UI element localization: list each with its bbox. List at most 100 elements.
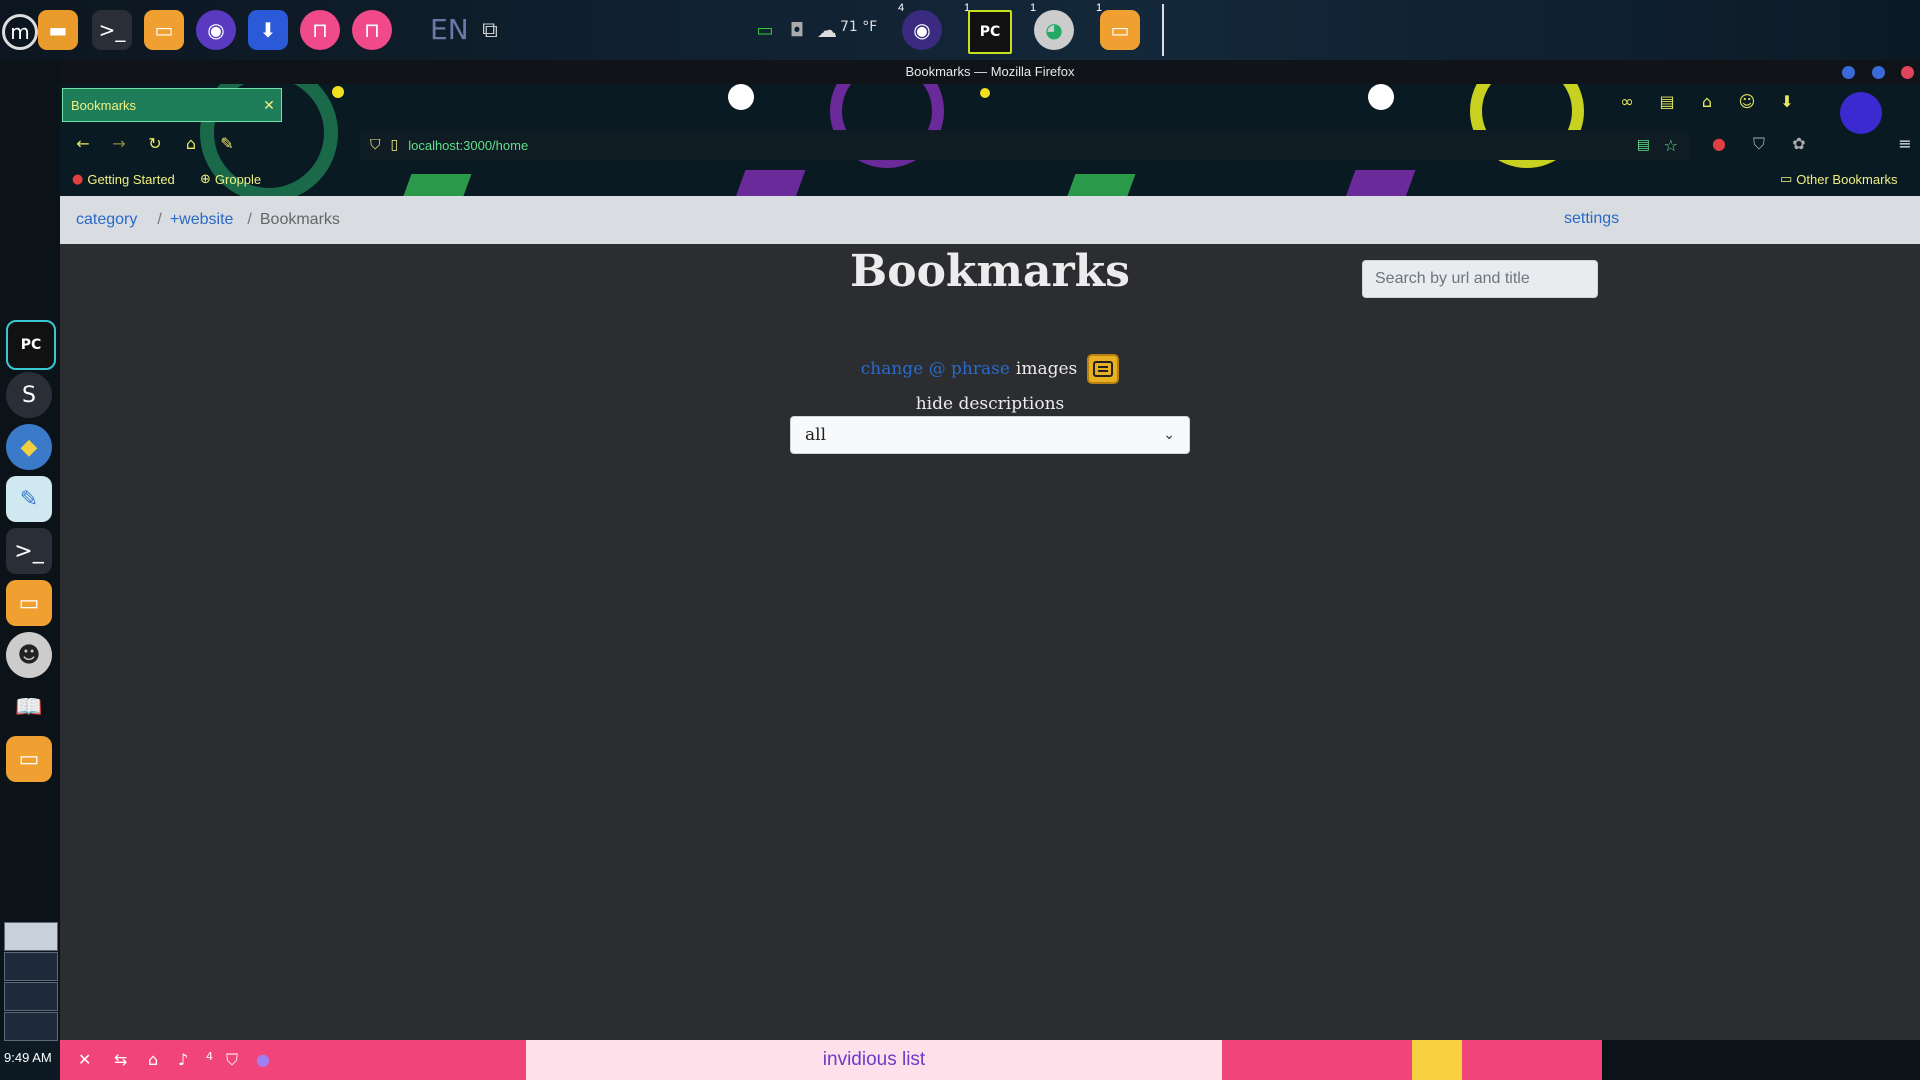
- theme-decoration: [1368, 84, 1394, 110]
- workspace-3[interactable]: [4, 982, 58, 1011]
- forward-icon[interactable]: →: [108, 134, 130, 156]
- mute-icon[interactable]: ✕: [78, 1050, 91, 1069]
- workspace-4[interactable]: [4, 1012, 58, 1041]
- discord-icon[interactable]: ●: [256, 1050, 270, 1069]
- bookmark-gropple[interactable]: ⊕ Gropple: [200, 172, 261, 187]
- maximize-button[interactable]: [1872, 66, 1885, 79]
- breadcrumb-website[interactable]: +website: [170, 211, 234, 229]
- theme-decoration: [980, 88, 990, 98]
- shield-icon[interactable]: ⛉: [226, 1050, 238, 1070]
- browser-toolbar: Bookmarks ✕ ∞ ▤ ⌂ ☺ ⬇ ← → ↻ ⌂ ✎ ⛉ ▯ loca…: [60, 84, 1920, 196]
- minimize-button[interactable]: [1842, 66, 1855, 79]
- settings-link[interactable]: settings: [1564, 210, 1619, 228]
- privacy-badger-icon[interactable]: ⛉: [1748, 134, 1770, 156]
- breadcrumb-separator: /: [157, 211, 162, 228]
- folder-task-icon[interactable]: ▭: [1100, 10, 1140, 50]
- pycharm-icon[interactable]: PC: [6, 320, 56, 370]
- breadcrumb-current: Bookmarks: [259, 211, 340, 228]
- shopping-bag-icon[interactable]: ⊓: [300, 10, 340, 50]
- tab-close-icon[interactable]: ✕: [257, 97, 281, 114]
- python-icon[interactable]: ◆: [6, 424, 52, 470]
- bookmark-label: Gropple: [214, 172, 262, 187]
- window-switcher-icon[interactable]: ⧉: [470, 10, 510, 50]
- bookmark-label: Getting Started: [87, 172, 175, 187]
- updates-icon[interactable]: ⌂: [148, 1050, 158, 1069]
- notifications-icon[interactable]: ♪: [178, 1050, 188, 1069]
- book-icon[interactable]: 📖: [6, 684, 52, 730]
- tracking-shield-icon[interactable]: ⛉: [370, 137, 381, 153]
- hide-descriptions-toggle[interactable]: hide descriptions: [60, 394, 1920, 414]
- files-dock-icon[interactable]: ▭: [6, 580, 52, 626]
- sidebar-note-icon[interactable]: ✎: [216, 134, 238, 156]
- mint-menu-icon[interactable]: m: [2, 14, 38, 50]
- globe-icon: ⊕: [200, 172, 211, 187]
- close-window-button[interactable]: [1901, 66, 1914, 79]
- files-icon[interactable]: ▬: [38, 10, 78, 50]
- extensions-icon[interactable]: ✿: [1788, 134, 1810, 156]
- folder-dock-icon[interactable]: ▭: [6, 736, 52, 782]
- camera-icon[interactable]: ◘: [784, 10, 810, 50]
- shopping-bag-icon-2[interactable]: ⊓: [352, 10, 392, 50]
- home-icon[interactable]: ⌂: [180, 134, 202, 156]
- cast-icon[interactable]: ⌂: [1696, 92, 1718, 114]
- filter-selected-value: all: [805, 425, 827, 445]
- image-toggle-button[interactable]: [1087, 354, 1120, 384]
- extension-icon-2[interactable]: ▤: [1656, 92, 1678, 114]
- keyboard-layout[interactable]: EN: [430, 13, 469, 46]
- card-icon: [1093, 361, 1114, 377]
- cool-face-icon[interactable]: ☻: [6, 632, 52, 678]
- ublock-icon[interactable]: ●: [1708, 134, 1730, 156]
- page-title: Bookmarks: [850, 246, 1130, 297]
- notification-count: 4: [206, 1050, 213, 1063]
- pycharm-task-icon[interactable]: PC: [968, 10, 1012, 54]
- extension-icon-1[interactable]: ∞: [1616, 92, 1638, 114]
- reader-view-icon[interactable]: ▤: [1637, 137, 1650, 153]
- workspace-badge: 1: [1030, 2, 1037, 14]
- workspace-2[interactable]: [4, 952, 58, 981]
- url-text[interactable]: localhost:3000/home: [408, 138, 528, 153]
- chevron-down-icon: ⌄: [1163, 427, 1175, 443]
- firefox-icon[interactable]: ◉: [196, 10, 236, 50]
- breadcrumb-separator: /: [247, 211, 252, 228]
- theme-decoration: [332, 86, 344, 98]
- firefox-window: Bookmarks — Mozilla Firefox Bookmarks ✕ …: [60, 60, 1920, 1040]
- folder-icon[interactable]: ▭: [144, 10, 184, 50]
- taskbar-window-title: invidious list: [822, 1049, 926, 1070]
- bookmark-getting-started[interactable]: ● Getting Started: [72, 172, 175, 187]
- terminal-icon[interactable]: >_: [92, 10, 132, 50]
- other-bookmarks-label: Other Bookmarks: [1796, 172, 1898, 187]
- back-icon[interactable]: ←: [72, 134, 94, 156]
- filter-select[interactable]: all ⌄: [790, 416, 1190, 454]
- account-icon[interactable]: ☺: [1736, 92, 1758, 114]
- taskbar-window-invidious[interactable]: invidious list: [526, 1040, 1222, 1080]
- download-manager-icon[interactable]: ⬇: [248, 10, 288, 50]
- weather-icon[interactable]: ☁: [814, 10, 840, 50]
- network-icon[interactable]: ⇆: [114, 1050, 127, 1069]
- downloads-icon[interactable]: ⬇: [1776, 92, 1798, 114]
- page-info-icon[interactable]: ▯: [391, 137, 399, 153]
- system-monitor-task-icon[interactable]: ◕: [1034, 10, 1074, 50]
- bookmark-star-icon[interactable]: ☆: [1664, 136, 1678, 155]
- left-dock: PC S ◆ ✎ >_ ▭ ☻ 📖 ▭: [0, 60, 60, 1041]
- images-label: images: [1015, 359, 1078, 379]
- s-app-icon[interactable]: S: [6, 372, 52, 418]
- weather-temperature[interactable]: 71 °F: [840, 19, 877, 35]
- change-phrase-link[interactable]: change @ phrase: [861, 359, 1010, 379]
- terminal-dock-icon[interactable]: >_: [6, 528, 52, 574]
- url-bar[interactable]: ⛉ ▯ localhost:3000/home ▤ ☆: [360, 130, 1690, 160]
- window-titlebar[interactable]: Bookmarks — Mozilla Firefox: [60, 60, 1920, 84]
- page-content: category / +website / Bookmarks settings…: [60, 196, 1920, 1040]
- tab-bookmarks[interactable]: Bookmarks ✕: [62, 88, 282, 122]
- workspace-1[interactable]: [4, 922, 58, 951]
- reload-icon[interactable]: ↻: [144, 134, 166, 156]
- feather-icon[interactable]: ✎: [6, 476, 52, 522]
- navigation-bar: ← → ↻ ⌂ ✎ ⛉ ▯ localhost:3000/home ▤ ☆ ● …: [60, 126, 1920, 164]
- bookmarks-toolbar: ● Getting Started ⊕ Gropple ▭ Other Book…: [60, 166, 1920, 194]
- other-bookmarks[interactable]: ▭ Other Bookmarks: [1780, 172, 1897, 187]
- breadcrumb-category[interactable]: category: [76, 211, 137, 229]
- monitor-icon[interactable]: ▭: [752, 10, 778, 50]
- menu-icon[interactable]: ≡: [1894, 134, 1916, 156]
- firefox-task-icon[interactable]: ◉: [902, 10, 942, 50]
- controls-row: change @ phrase images: [60, 354, 1920, 384]
- clock[interactable]: 9:49 AM: [4, 1050, 52, 1065]
